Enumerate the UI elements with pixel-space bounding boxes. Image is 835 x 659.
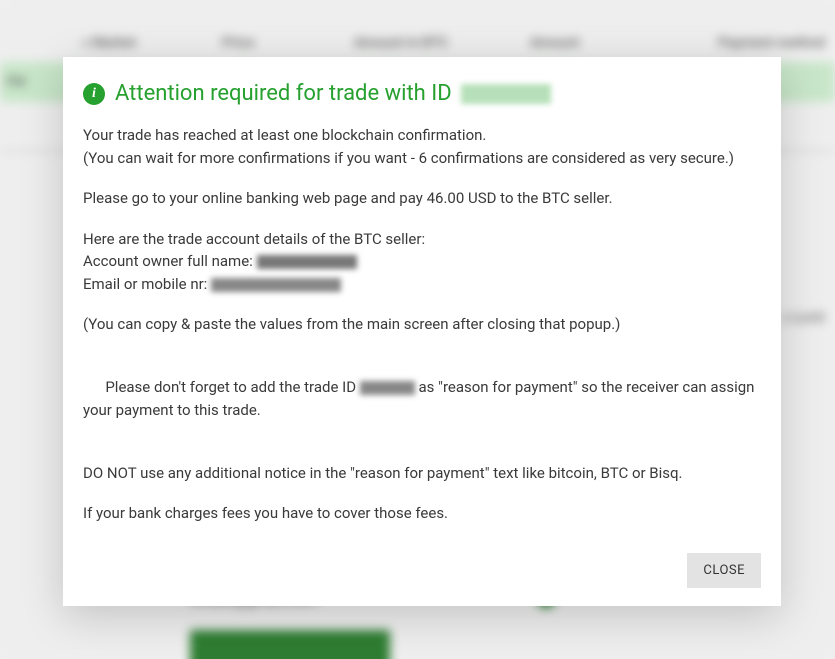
confirmation-group: Your trade has reached at least one bloc… <box>83 124 761 169</box>
owner-line: Account owner full name: <box>83 250 761 273</box>
no-notice-line: DO NOT use any additional notice in the … <box>83 462 761 485</box>
col-amount: Amount <box>530 35 580 51</box>
seller-details-group: Here are the trade account details of th… <box>83 228 761 296</box>
seller-details-header: Here are the trade account details of th… <box>83 228 761 251</box>
redacted-trade-id <box>461 84 551 104</box>
dialog-body: Your trade has reached at least one bloc… <box>83 124 761 525</box>
info-icon: i <box>83 83 105 105</box>
col-payment-method: Payment method <box>718 35 825 51</box>
payment-instruction: Please go to your online banking web pag… <box>83 187 761 210</box>
dialog-title: Attention required for trade with ID <box>115 81 551 106</box>
dialog-footer: CLOSE <box>83 553 761 588</box>
dialog-title-row: i Attention required for trade with ID <box>83 81 761 106</box>
attention-dialog: i Attention required for trade with ID Y… <box>63 57 781 606</box>
redacted-owner-name <box>257 255 357 269</box>
email-line: Email or mobile nr: <box>83 273 761 296</box>
row-time-fragment: PM <box>6 75 26 90</box>
partial-text: s (until <box>783 310 825 326</box>
col-amount-btc: Amount in BTC <box>354 35 448 51</box>
redacted-email <box>211 278 341 292</box>
redacted-trade-id-inline <box>360 381 415 395</box>
col-market: ▼Market <box>80 35 136 51</box>
copy-hint: (You can copy & paste the values from th… <box>83 313 761 336</box>
sort-icon: ▼ <box>80 39 90 50</box>
table-header: ▼Market Price Amount in BTC Amount Payme… <box>0 28 835 58</box>
confirmation-hint: (You can wait for more confirmations if … <box>83 147 761 170</box>
reason-line: Please don't forget to add the trade ID … <box>83 354 761 444</box>
col-price: Price <box>222 35 255 51</box>
confirmation-line: Your trade has reached at least one bloc… <box>83 124 761 147</box>
close-button[interactable]: CLOSE <box>687 553 761 588</box>
fees-line: If your bank charges fees you have to co… <box>83 502 761 525</box>
blurred-button <box>190 630 390 659</box>
